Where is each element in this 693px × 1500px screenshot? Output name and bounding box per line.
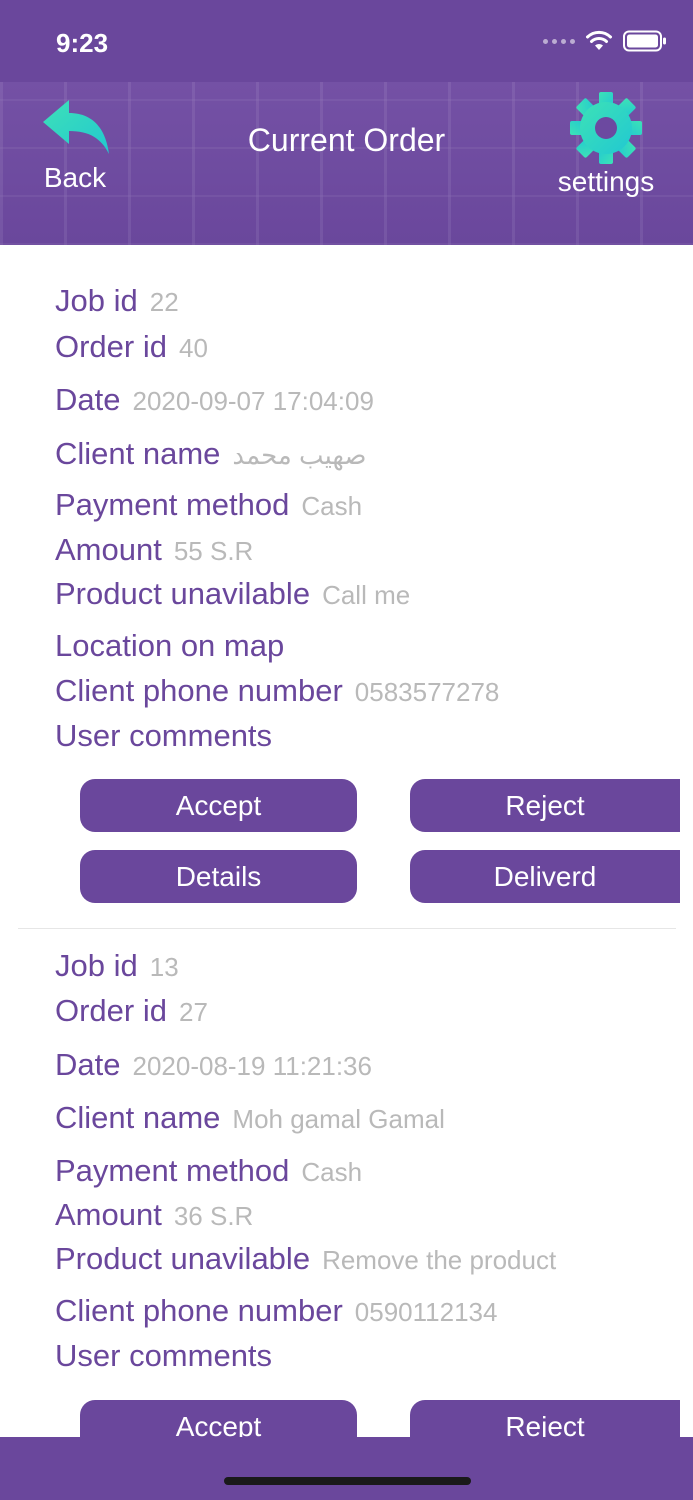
amount-label: Amount bbox=[55, 532, 162, 567]
payment-method-label: Payment method bbox=[55, 1153, 290, 1188]
job-id-label: Job id bbox=[55, 948, 138, 983]
user-comments-row: User comments bbox=[55, 1338, 272, 1374]
client-name-value: Moh gamal Gamal bbox=[232, 1104, 445, 1134]
reject-button[interactable]: Reject bbox=[410, 779, 680, 832]
wifi-icon bbox=[586, 30, 612, 50]
product-unavailable-label: Product unavilable bbox=[55, 576, 311, 611]
date-row: Date 2020-09-07 17:04:09 bbox=[55, 382, 374, 418]
client-name-value: صهيب محمد bbox=[232, 440, 367, 470]
order-id-row: Order id 40 bbox=[55, 329, 208, 365]
client-phone-value[interactable]: 0590112134 bbox=[355, 1297, 498, 1327]
client-name-row: Client name Moh gamal Gamal bbox=[55, 1100, 445, 1136]
payment-method-label: Payment method bbox=[55, 487, 290, 522]
order-card: Job id 22 Order id 40 Date 2020-09-07 17:04… bbox=[0, 245, 693, 929]
status-icons bbox=[543, 30, 667, 52]
user-comments-row: User comments bbox=[55, 718, 272, 754]
amount-row: Amount 36 S.R bbox=[55, 1197, 253, 1233]
amount-value: 36 S.R bbox=[173, 1201, 254, 1231]
product-unavailable-label: Product unavilable bbox=[55, 1241, 311, 1276]
back-label: Back bbox=[43, 162, 107, 193]
payment-method-row: Payment method Cash bbox=[55, 487, 362, 523]
job-id-label: Job id bbox=[55, 283, 138, 318]
status-bar: 9:23 bbox=[0, 0, 693, 82]
product-unavailable-value: Call me bbox=[322, 580, 411, 610]
client-name-label: Client name bbox=[55, 436, 221, 471]
delivered-button[interactable]: Deliverd bbox=[410, 850, 680, 903]
date-label: Date bbox=[55, 1047, 121, 1082]
gear-icon bbox=[570, 92, 642, 164]
payment-method-value: Cash bbox=[301, 1157, 363, 1187]
client-phone-row: Client phone number 0583577278 bbox=[55, 673, 499, 709]
settings-label: settings bbox=[557, 166, 655, 197]
order-id-value: 27 bbox=[178, 997, 208, 1027]
battery-icon bbox=[623, 30, 666, 52]
amount-value: 55 S.R bbox=[173, 536, 254, 566]
date-value: 2020-08-19 11:21:36 bbox=[132, 1051, 372, 1081]
client-name-label: Client name bbox=[55, 1100, 221, 1135]
signal-dots-icon bbox=[543, 38, 575, 44]
location-label: Location on map bbox=[55, 628, 285, 663]
settings-button[interactable]: settings bbox=[551, 90, 661, 210]
job-id-row: Job id 13 bbox=[55, 948, 179, 984]
client-phone-value[interactable]: 0583577278 bbox=[355, 677, 500, 707]
date-row: Date 2020-08-19 11:21:36 bbox=[55, 1047, 372, 1083]
payment-method-row: Payment method Cash bbox=[55, 1153, 362, 1189]
accept-button[interactable]: Accept bbox=[80, 1400, 357, 1437]
user-comments-label: User comments bbox=[55, 1338, 273, 1373]
client-name-row: Client name صهيب محمد bbox=[55, 436, 366, 472]
client-phone-label: Client phone number bbox=[55, 1293, 343, 1328]
client-phone-row: Client phone number 0590112134 bbox=[55, 1293, 497, 1329]
date-label: Date bbox=[55, 382, 121, 417]
location-on-map-link[interactable]: Location on map bbox=[55, 628, 284, 664]
job-id-row: Job id 22 bbox=[55, 283, 179, 319]
order-id-row: Order id 27 bbox=[55, 993, 208, 1029]
job-id-value: 13 bbox=[149, 952, 179, 982]
amount-row: Amount 55 S.R bbox=[55, 532, 253, 568]
payment-method-value: Cash bbox=[301, 491, 363, 521]
order-id-label: Order id bbox=[55, 329, 167, 364]
reject-button[interactable]: Reject bbox=[410, 1400, 680, 1437]
product-unavailable-row: Product unavilable Call me bbox=[55, 576, 410, 612]
details-button[interactable]: Details bbox=[80, 850, 357, 903]
order-id-value: 40 bbox=[178, 333, 208, 363]
accept-button[interactable]: Accept bbox=[80, 779, 357, 832]
amount-label: Amount bbox=[55, 1197, 162, 1232]
product-unavailable-value: Remove the product bbox=[322, 1245, 557, 1275]
product-unavailable-row: Product unavilable Remove the product bbox=[55, 1241, 556, 1277]
navigation-bar: Back Current Order settings bbox=[0, 82, 693, 245]
status-time: 9:23 bbox=[56, 28, 109, 58]
orders-list[interactable]: Job id 22 Order id 40 Date 2020-09-07 17:04… bbox=[0, 245, 693, 1437]
home-indicator[interactable] bbox=[224, 1477, 471, 1485]
order-id-label: Order id bbox=[55, 993, 167, 1028]
user-comments-label: User comments bbox=[55, 718, 273, 753]
job-id-value: 22 bbox=[149, 287, 179, 317]
order-card: Job id 13 Order id 27 Date 2020-08-19 11:21… bbox=[0, 929, 693, 1437]
client-phone-label: Client phone number bbox=[55, 673, 343, 708]
bottom-bar bbox=[0, 1437, 693, 1500]
date-value: 2020-09-07 17:04:09 bbox=[132, 386, 374, 416]
